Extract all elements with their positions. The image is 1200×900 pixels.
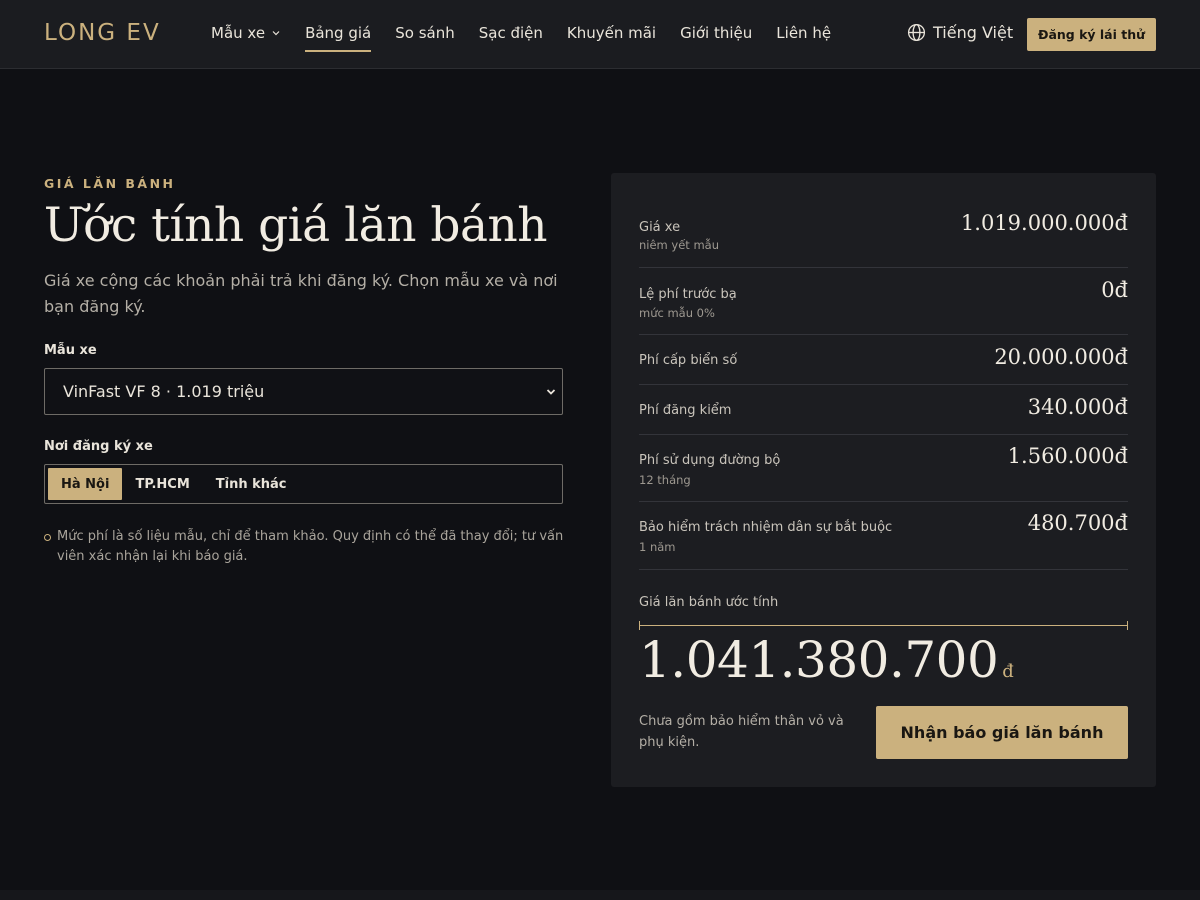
main-nav: Mẫu xe Bảng giá So sánh Sạc điện Khuyến …: [211, 24, 855, 52]
nav-item-promotions[interactable]: Khuyến mãi: [567, 24, 656, 42]
region-segmented-control: Hà Nội TP.HCM Tỉnh khác: [44, 464, 563, 504]
model-select-value: VinFast VF 8 · 1.019 triệu: [63, 382, 265, 401]
currency-unit: đ: [1002, 661, 1014, 682]
nav-item-about[interactable]: Giới thiệu: [680, 24, 752, 42]
row-sublabel: niêm yết mẫu: [639, 238, 720, 252]
nav-item-label: So sánh: [395, 24, 455, 42]
total-label: Giá lăn bánh ước tính: [639, 595, 779, 610]
row-value: 340.000đ: [1027, 395, 1128, 419]
breakdown-row: Phí sử dụng đường bộ 12 tháng 1.560.000đ: [639, 435, 1128, 502]
breakdown-row: Lệ phí trước bạ mức mẫu 0% 0đ: [639, 268, 1128, 335]
breakdown-row: Bảo hiểm trách nhiệm dân sự bắt buộc 1 n…: [639, 502, 1128, 570]
row-sublabel: 12 tháng: [639, 473, 691, 487]
section-eyebrow: GIÁ LĂN BÁNH: [44, 176, 176, 191]
exclusion-note: Chưa gồm bảo hiểm thân vỏ và phụ kiện.: [639, 714, 844, 750]
bullet-icon: [44, 534, 51, 541]
row-label: Phí sử dụng đường bộ: [639, 453, 781, 468]
breakdown-row: Phí đăng kiểm 340.000đ: [639, 385, 1128, 435]
row-value: 1.560.000đ: [1007, 444, 1128, 468]
nav-item-label: Liên hệ: [776, 24, 832, 42]
get-quote-button[interactable]: Nhận báo giá lăn bánh: [876, 706, 1128, 759]
nav-item-label: Giới thiệu: [680, 24, 753, 42]
region-option-hanoi[interactable]: Hà Nội: [48, 468, 123, 500]
language-label: Tiếng Việt: [933, 23, 1014, 42]
row-label: Lệ phí trước bạ: [639, 287, 737, 302]
row-label: Giá xe: [639, 220, 681, 235]
nav-item-label: Bảng giá: [305, 24, 372, 42]
row-sublabel: mức mẫu 0%: [639, 306, 715, 320]
nav-item-label: Sạc điện: [478, 24, 543, 42]
chevron-down-icon: [546, 389, 556, 395]
nav-item-charging[interactable]: Sạc điện: [479, 24, 543, 42]
row-value: 20.000.000đ: [994, 345, 1128, 369]
price-breakdown-card: Giá xe niêm yết mẫu 1.019.000.000đ Lệ ph…: [611, 173, 1156, 787]
region-option-hcmc[interactable]: TP.HCM: [122, 468, 202, 500]
model-select[interactable]: VinFast VF 8 · 1.019 triệu: [44, 368, 563, 415]
nav-item-compare[interactable]: So sánh: [395, 24, 455, 42]
total-divider: [639, 621, 1128, 630]
disclaimer-text: Mức phí là số liệu mẫu, chỉ để tham khảo…: [57, 529, 564, 564]
row-label: Phí cấp biển số: [639, 353, 738, 368]
row-sublabel: 1 năm: [639, 540, 676, 554]
breakdown-row: Phí cấp biển số 20.000.000đ: [639, 335, 1128, 385]
test-drive-button[interactable]: Đăng ký lái thử: [1027, 18, 1156, 51]
nav-item-contact[interactable]: Liên hệ: [776, 24, 831, 42]
nav-item-label: Mẫu xe: [211, 24, 266, 42]
nav-item-pricing[interactable]: Bảng giá: [305, 24, 372, 52]
total-value: 1.041.380.700 đ: [639, 631, 1014, 689]
row-value: 1.019.000.000đ: [960, 211, 1128, 235]
disclaimer-note: Mức phí là số liệu mẫu, chỉ để tham khảo…: [44, 527, 564, 567]
region-option-other[interactable]: Tỉnh khác: [203, 468, 300, 500]
row-label: Bảo hiểm trách nhiệm dân sự bắt buộc: [639, 520, 893, 535]
row-value: 480.700đ: [1027, 511, 1128, 535]
nav-item-models[interactable]: Mẫu xe: [211, 24, 281, 42]
site-header: LONG EV Mẫu xe Bảng giá So sánh Sạc điện…: [0, 0, 1200, 69]
row-value: 0đ: [1101, 278, 1128, 302]
logo[interactable]: LONG EV: [44, 20, 161, 46]
total-amount: 1.041.380.700: [639, 631, 999, 689]
page-subtitle: Giá xe cộng các khoản phải trả khi đăng …: [44, 271, 558, 316]
row-label: Phí đăng kiểm: [639, 403, 732, 418]
footer-edge: [0, 890, 1200, 900]
nav-item-label: Khuyến mãi: [566, 24, 657, 42]
breakdown-row: Giá xe niêm yết mẫu 1.019.000.000đ: [639, 200, 1128, 268]
page-title: Ước tính giá lăn bánh: [44, 198, 548, 253]
globe-icon: [907, 23, 926, 42]
model-field-label: Mẫu xe: [44, 343, 97, 358]
language-switcher[interactable]: Tiếng Việt: [907, 23, 1013, 42]
region-field-label: Nơi đăng ký xe: [44, 439, 153, 454]
chevron-down-icon: [272, 31, 280, 36]
